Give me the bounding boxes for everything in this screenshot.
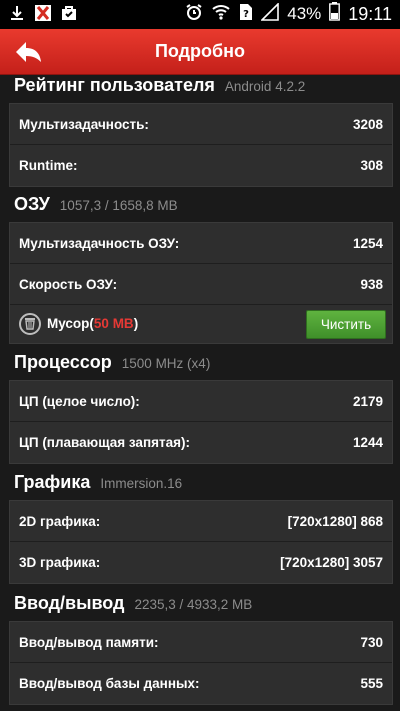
card-cpu: ЦП (целое число): 2179 ЦП (плавающая зап… — [9, 380, 393, 464]
junk-label-text: Мусор — [47, 316, 90, 331]
shopping-bag-icon — [60, 4, 78, 27]
row-value: 938 — [360, 276, 383, 292]
wifi-icon — [211, 3, 231, 26]
junk-size: 50 MB — [93, 316, 134, 331]
row-label: Ввод/вывод памяти: — [19, 634, 159, 650]
list-item: 2D графика: [720x1280] 868 — [10, 501, 392, 541]
card-user-rating: Мультизадачность: 3208 Runtime: 308 — [9, 103, 393, 187]
card-io: Ввод/вывод памяти: 730 Ввод/вывод базы д… — [9, 621, 393, 705]
row-value: 730 — [360, 634, 383, 650]
download-icon — [8, 4, 26, 27]
card-ram: Мультизадачность ОЗУ: 1254 Скорость ОЗУ:… — [9, 222, 393, 344]
section-subtitle: 1500 MHz (x4) — [121, 356, 211, 371]
row-label: Мультизадачность ОЗУ: — [19, 235, 180, 251]
section-subtitle: 1057,3 / 1658,8 MB — [59, 198, 178, 213]
list-item: Runtime: 308 — [10, 145, 392, 185]
row-value: [720x1280] 868 — [287, 513, 383, 529]
row-label: ЦП (плавающая запятая): — [19, 434, 190, 450]
list-item: Скорость ОЗУ: 938 — [10, 264, 392, 304]
clock: 19:11 — [348, 3, 392, 24]
list-item: Ввод/вывод базы данных: 555 — [10, 663, 392, 703]
section-subtitle: Immersion.16 — [100, 476, 183, 491]
antivirus-icon — [34, 4, 52, 27]
row-value: 1244 — [352, 434, 383, 450]
row-label: 2D графика: — [19, 513, 101, 529]
list-item: Мультизадачность ОЗУ: 1254 — [10, 223, 392, 263]
section-title: Ввод/вывод — [14, 593, 125, 613]
trash-icon[interactable] — [19, 312, 41, 335]
junk-paren-close: ) — [133, 316, 139, 331]
section-title: ОЗУ — [14, 194, 50, 214]
row-value: 308 — [360, 157, 383, 173]
row-value: 1254 — [352, 235, 383, 251]
section-subtitle: Android 4.2.2 — [224, 79, 306, 94]
list-item: ЦП (целое число): 2179 — [10, 381, 392, 421]
app-bar: Подробно — [0, 29, 400, 75]
details-list[interactable]: Рейтинг пользователя Android 4.2.2 Мульт… — [0, 75, 400, 711]
clean-button[interactable]: Чистить — [306, 310, 386, 339]
section-title: Рейтинг пользователя — [14, 75, 215, 95]
row-label: Мультизадачность: — [19, 116, 149, 132]
list-item: 3D графика: [720x1280] 3057 — [10, 542, 392, 582]
section-title: Графика — [14, 472, 91, 492]
list-item: Ввод/вывод памяти: 730 — [10, 622, 392, 662]
section-subtitle: 2235,3 / 4933,2 MB — [134, 597, 253, 612]
signal-icon — [260, 1, 280, 26]
row-value: [720x1280] 3057 — [280, 554, 383, 570]
battery-icon — [329, 2, 341, 26]
section-header-io: Ввод/вывод 2235,3 / 4933,2 MB — [14, 593, 252, 614]
row-label: ЦП (целое число): — [19, 393, 140, 409]
section-header-ram: ОЗУ 1057,3 / 1658,8 MB — [14, 194, 178, 215]
system-icons: ? 43% 19:11 — [185, 1, 392, 26]
junk-label: Мусор(50 MB) — [47, 316, 138, 331]
list-item: ЦП (плавающая запятая): 1244 — [10, 422, 392, 462]
page-title: Подробно — [154, 41, 246, 61]
row-label: Ввод/вывод базы данных: — [19, 675, 200, 691]
row-value: 2179 — [352, 393, 383, 409]
notification-icons — [8, 4, 78, 27]
row-value: 3208 — [352, 116, 383, 132]
row-label: Runtime: — [19, 157, 78, 173]
svg-text:?: ? — [243, 9, 249, 20]
row-value: 555 — [360, 675, 383, 691]
status-bar: ? 43% 19:11 — [0, 0, 400, 29]
list-item: Мультизадачность: 3208 — [10, 104, 392, 144]
junk-row: Мусор(50 MB) Чистить — [10, 304, 392, 343]
row-label: Скорость ОЗУ: — [19, 276, 118, 292]
row-label: 3D графика: — [19, 554, 101, 570]
section-title: Процессор — [14, 352, 112, 372]
sim-icon: ? — [239, 3, 253, 26]
card-graphics: 2D графика: [720x1280] 868 3D графика: [… — [9, 500, 393, 584]
section-header-graphics: Графика Immersion.16 — [14, 472, 182, 493]
battery-percent: 43% — [287, 4, 322, 23]
section-header-user-rating: Рейтинг пользователя Android 4.2.2 — [14, 75, 305, 96]
alarm-icon — [185, 3, 203, 26]
section-header-cpu: Процессор 1500 MHz (x4) — [14, 352, 210, 373]
